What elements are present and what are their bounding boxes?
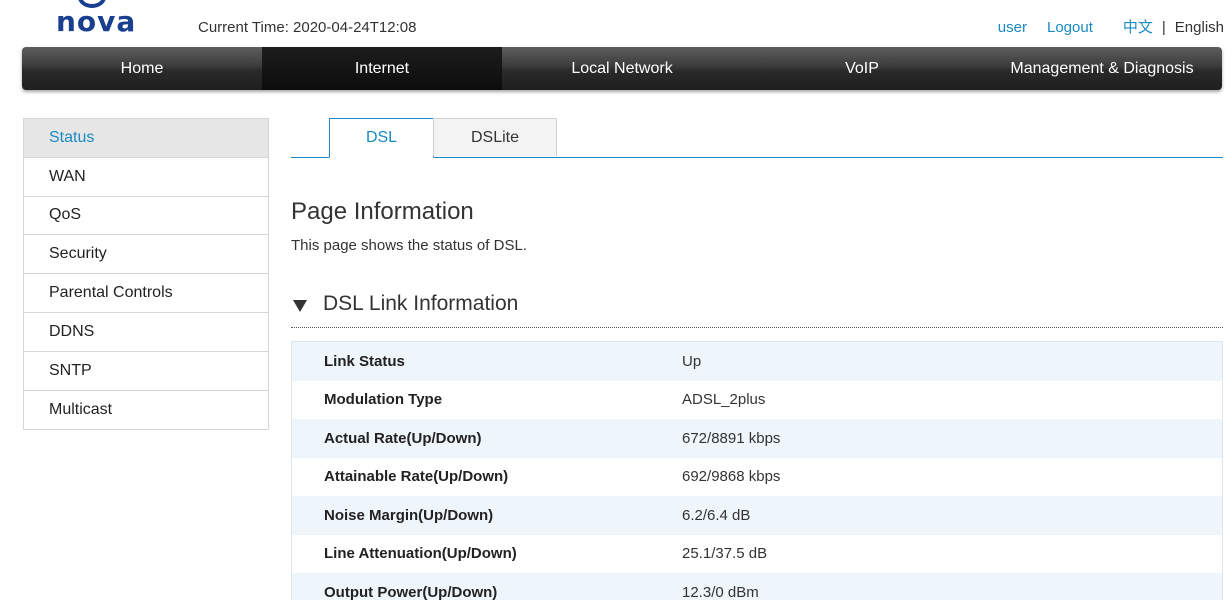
lang-english-link[interactable]: English [1175,19,1224,37]
sidebar: Status WAN QoS Security Parental Control… [23,118,269,431]
nav-item-home[interactable]: Home [22,47,262,90]
page-title: Page Information [291,198,474,225]
sidebar-item-multicast[interactable]: Multicast [24,391,268,430]
table-row: Line Attenuation(Up/Down) 25.1/37.5 dB [292,535,1222,574]
row-value: 25.1/37.5 dB [682,545,768,563]
lang-separator: | [1161,19,1166,36]
top-links: user Logout 中文 | English [998,19,1224,37]
sidebar-item-status[interactable]: Status [24,119,268,158]
collapse-triangle-icon[interactable] [293,300,307,312]
row-label: Line Attenuation(Up/Down) [324,545,517,563]
nav-item-voip[interactable]: VoIP [742,47,982,90]
table-row: Actual Rate(Up/Down) 672/8891 kbps [292,419,1222,458]
lang-chinese-link[interactable]: 中文 [1123,19,1153,37]
main-nav: Home Internet Local Network VoIP Managem… [22,47,1222,90]
sidebar-item-ddns[interactable]: DDNS [24,313,268,352]
nav-item-internet[interactable]: Internet [262,47,502,90]
user-link[interactable]: user [998,19,1027,37]
row-label: Modulation Type [324,391,443,409]
dsl-info-table: Link Status Up Modulation Type ADSL_2plu… [291,341,1223,600]
table-row: Noise Margin(Up/Down) 6.2/6.4 dB [292,496,1222,535]
row-value: 692/9868 kbps [682,468,781,486]
row-value: 672/8891 kbps [682,429,781,447]
row-value: 6.2/6.4 dB [682,506,751,524]
nav-item-local-network[interactable]: Local Network [502,47,742,90]
row-value: ADSL_2plus [682,391,766,409]
sidebar-item-wan[interactable]: WAN [24,158,268,197]
section-header[interactable]: DSL Link Information [291,290,1223,328]
sidebar-item-security[interactable]: Security [24,235,268,275]
row-value: Up [682,352,702,370]
row-value: 12.3/0 dBm [682,583,759,600]
tab-bar: DSL DSLite [291,118,1223,158]
logo-text: nova [56,5,137,38]
row-label: Attainable Rate(Up/Down) [324,468,509,486]
table-row: Attainable Rate(Up/Down) 692/9868 kbps [292,458,1222,497]
row-label: Noise Margin(Up/Down) [324,506,494,524]
logout-link[interactable]: Logout [1047,19,1093,37]
row-label: Link Status [324,352,405,370]
tab-dsl[interactable]: DSL [329,118,434,158]
sidebar-item-qos[interactable]: QoS [24,197,268,236]
nova-logo: nova [52,0,142,42]
table-row: Output Power(Up/Down) 12.3/0 dBm [292,573,1222,600]
sidebar-item-parental-controls[interactable]: Parental Controls [24,274,268,313]
table-row: Modulation Type ADSL_2plus [292,381,1222,420]
row-label: Output Power(Up/Down) [324,583,498,600]
tab-dslite[interactable]: DSLite [433,118,557,156]
page-description: This page shows the status of DSL. [291,237,527,254]
nav-item-management-diagnosis[interactable]: Management & Diagnosis [982,47,1222,90]
sidebar-item-sntp[interactable]: SNTP [24,352,268,391]
section-title: DSL Link Information [323,292,519,315]
table-row: Link Status Up [292,342,1222,381]
row-label: Actual Rate(Up/Down) [324,429,482,447]
current-time: Current Time: 2020-04-24T12:08 [198,19,417,36]
